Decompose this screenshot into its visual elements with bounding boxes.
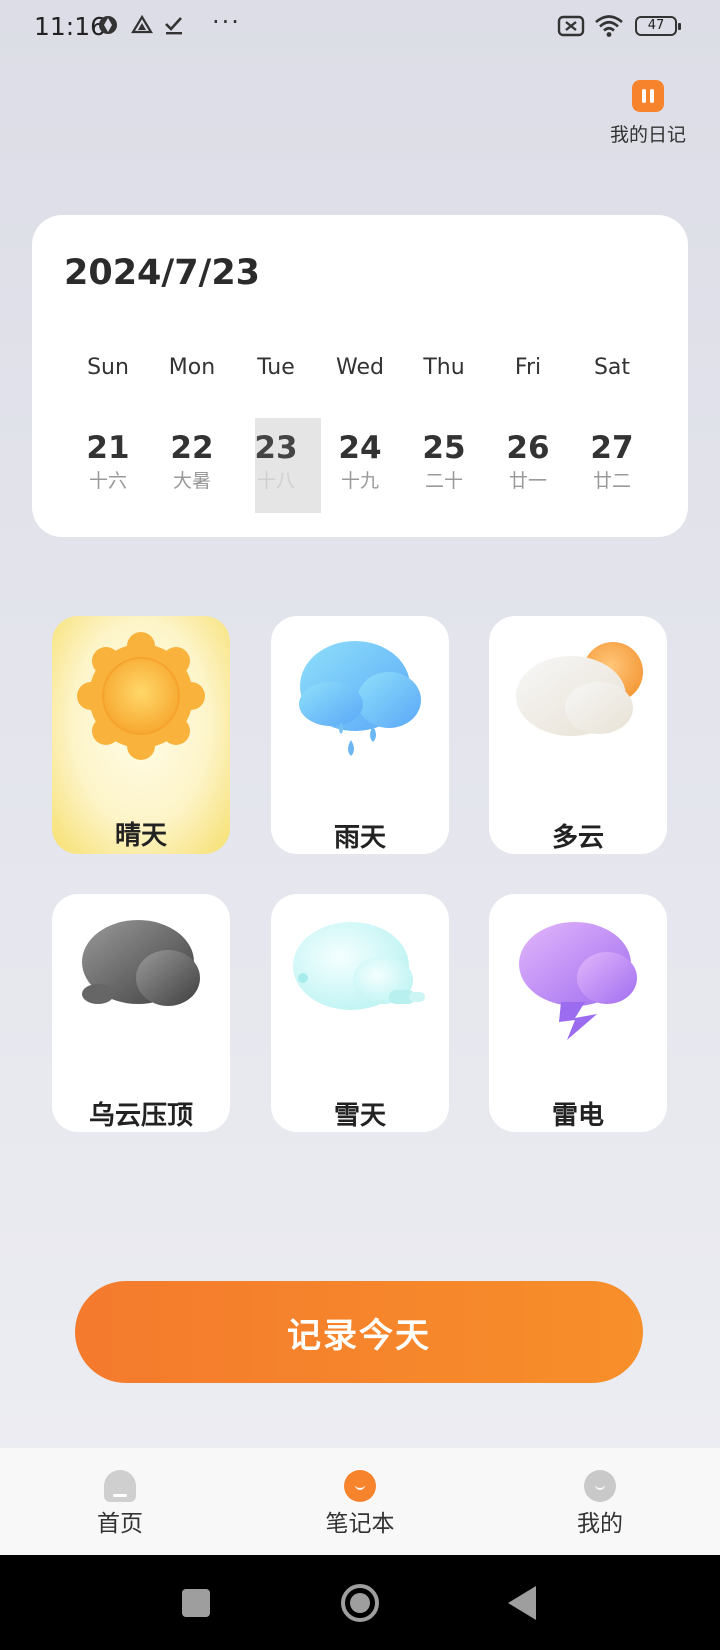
weather-option-sunny[interactable]: 晴天: [52, 616, 230, 854]
nav-notebook[interactable]: 笔记本: [300, 1470, 420, 1538]
calendar-day[interactable]: 25 二十: [402, 418, 486, 513]
drive-icon: [131, 14, 153, 34]
sun-icon: [77, 632, 205, 760]
status-time: 11:16: [34, 12, 107, 41]
dark-cloud-icon: [82, 920, 200, 1006]
home-button[interactable]: [341, 1584, 379, 1622]
weather-option-cloudy[interactable]: 多云: [489, 616, 667, 854]
weather-label: 雷电: [551, 1101, 604, 1131]
calendar-card: 2024/7/23 Sun Mon Tue Wed Thu Fri Sat 21…: [32, 215, 688, 537]
system-nav-bar: [0, 1555, 720, 1650]
weekday-label: Wed: [336, 355, 384, 380]
home-icon: [104, 1470, 136, 1502]
lunar-date: 廿一: [508, 470, 547, 492]
recents-button[interactable]: [182, 1589, 210, 1617]
task-check-icon: [165, 17, 182, 35]
day-number: 24: [338, 430, 382, 466]
lunar-date: 二十: [424, 470, 463, 492]
weekday-label: Tue: [257, 355, 295, 380]
back-button[interactable]: [508, 1586, 536, 1620]
day-number: 22: [170, 430, 214, 466]
wifi-icon: [595, 15, 623, 37]
calendar-day[interactable]: 27 廿二: [570, 418, 654, 513]
nav-label: 笔记本: [325, 1511, 395, 1537]
weather-label: 雨天: [333, 823, 386, 853]
app-notification-icon: [99, 16, 117, 34]
weekday-label: Fri: [514, 355, 542, 380]
pause-icon: [632, 80, 664, 112]
nav-mine[interactable]: 我的: [540, 1470, 660, 1538]
weather-option-rainy[interactable]: 雨天: [271, 616, 449, 854]
nav-label: 首页: [97, 1511, 143, 1537]
profile-icon: [584, 1470, 616, 1502]
weekday-row: Sun Mon Tue Wed Thu Fri Sat: [66, 355, 654, 380]
my-diary-label: 我的日记: [609, 124, 686, 146]
day-number: 23: [254, 430, 298, 466]
calendar-day[interactable]: 22 大暑: [150, 418, 234, 513]
lunar-date: 十九: [340, 470, 379, 492]
sim-no-signal-icon: [557, 15, 585, 37]
weather-option-dark-cloud[interactable]: 乌云压顶: [52, 894, 230, 1132]
status-bar: 11:16 ··· 47: [0, 0, 720, 54]
current-date: 2024/7/23: [64, 253, 261, 293]
my-diary-button[interactable]: 我的日记: [600, 80, 696, 147]
day-row: 21 十六 22 大暑 23 十八 24 十九 25 二十 26 廿一 27 廿…: [66, 418, 654, 513]
weather-option-snowy[interactable]: 雪天: [271, 894, 449, 1132]
weather-label: 多云: [551, 823, 604, 853]
lunar-date: 廿二: [592, 470, 631, 492]
day-number: 26: [506, 430, 550, 466]
weekday-label: Mon: [168, 355, 216, 380]
nav-home[interactable]: 首页: [60, 1470, 180, 1538]
lunar-date: 十六: [88, 470, 127, 492]
bottom-nav: 首页 笔记本 我的: [0, 1447, 720, 1555]
calendar-day[interactable]: 21 十六: [66, 418, 150, 513]
weather-label: 雪天: [333, 1101, 386, 1131]
more-notifications-icon: ···: [212, 8, 241, 36]
nav-label: 我的: [577, 1511, 623, 1537]
rain-cloud-icon: [299, 641, 421, 756]
snow-cloud-icon: [293, 922, 425, 1010]
lunar-date: 大暑: [172, 470, 211, 492]
battery-icon: 47: [635, 16, 681, 36]
day-number: 21: [86, 430, 130, 466]
record-today-button[interactable]: 记录今天: [75, 1281, 643, 1383]
calendar-day[interactable]: 26 廿一: [486, 418, 570, 513]
calendar-day-selected[interactable]: 23 十八: [234, 418, 321, 513]
partly-cloudy-icon: [516, 642, 643, 736]
weather-label: 晴天: [114, 821, 167, 851]
calendar-day[interactable]: 24 十九: [318, 418, 402, 513]
weekday-label: Sat: [593, 355, 631, 380]
thunder-cloud-icon: [519, 922, 637, 1040]
day-number: 25: [422, 430, 466, 466]
notebook-icon: [344, 1470, 376, 1502]
day-number: 27: [590, 430, 634, 466]
weekday-label: Sun: [87, 355, 129, 380]
lunar-date: 十八: [256, 470, 295, 492]
weekday-label: Thu: [423, 355, 465, 380]
weather-option-thunder[interactable]: 雷电: [489, 894, 667, 1132]
weather-label: 乌云压顶: [88, 1101, 193, 1131]
